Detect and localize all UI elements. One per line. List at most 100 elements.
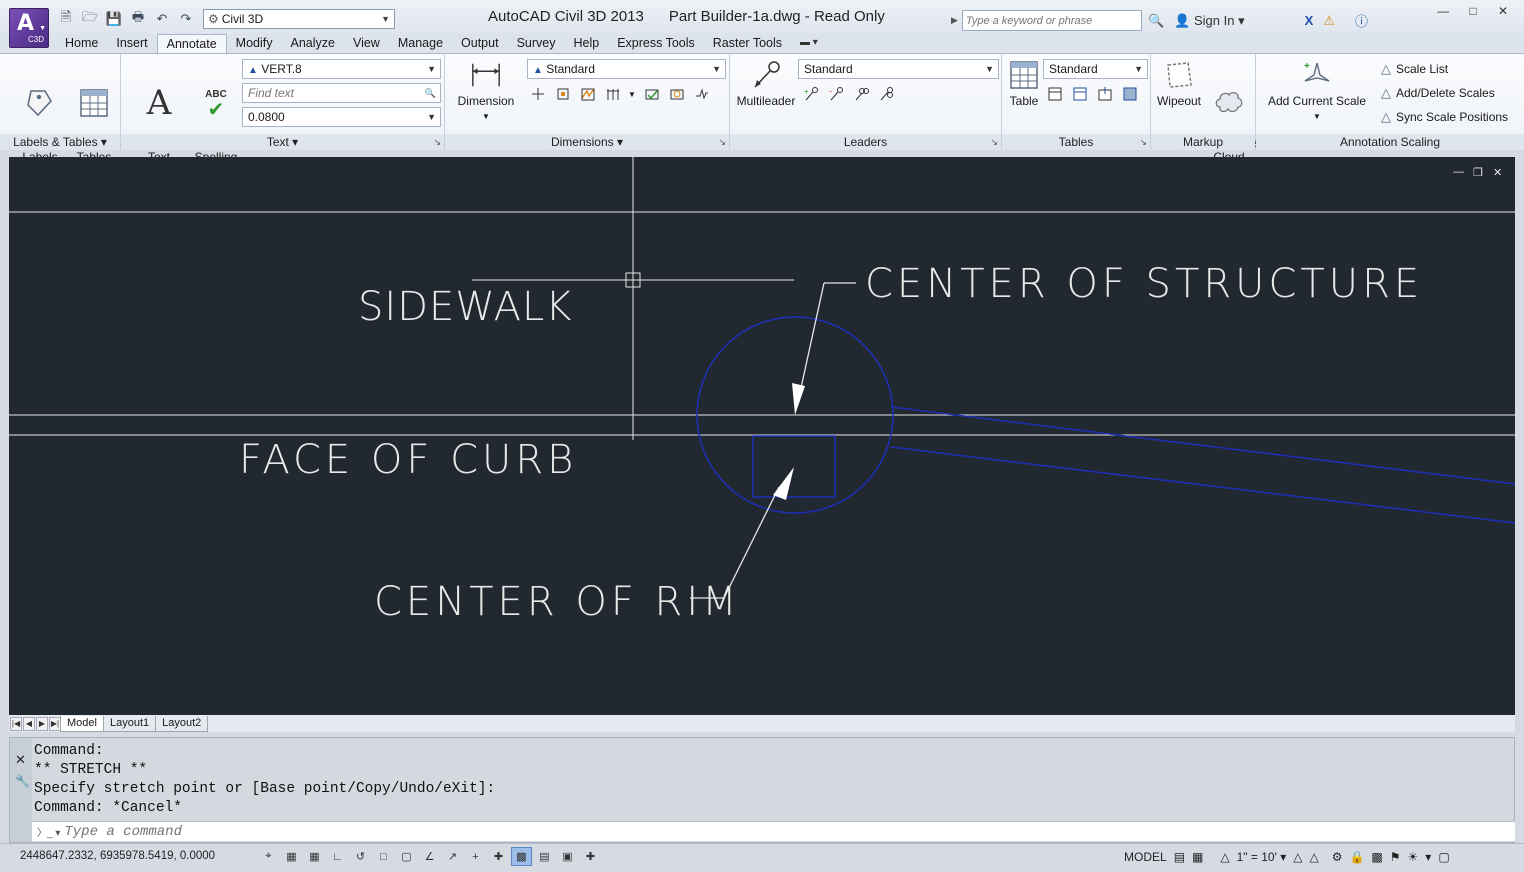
table-style-select[interactable]: Standard ▼ — [1043, 59, 1148, 79]
annotation-scale-icon[interactable]: △ — [1218, 847, 1231, 866]
link-data-icon[interactable] — [1069, 84, 1090, 104]
add-current-scale-button[interactable]: + Add Current Scale ▼ — [1266, 58, 1368, 124]
panel-title-annotation-scaling[interactable]: Annotation Scaling — [1256, 134, 1524, 150]
dynamic-ucs-icon[interactable]: ↗ — [442, 847, 463, 866]
save-icon[interactable]: 💾 — [103, 9, 125, 29]
structure-grate-rect[interactable] — [752, 435, 836, 498]
model-space-toggle[interactable]: MODEL — [1122, 847, 1169, 866]
dimension-style-select[interactable]: ▲ Standard ▼ — [527, 59, 726, 79]
wrench-icon[interactable]: 🔧 — [15, 774, 30, 788]
new-file-icon[interactable]: 🗎 — [55, 9, 77, 29]
tab-output[interactable]: Output — [452, 34, 508, 53]
account-icon[interactable]: ⚠ — [1323, 13, 1335, 29]
tab-modify[interactable]: Modify — [227, 34, 282, 53]
lineweight-icon[interactable]: ✚ — [488, 847, 509, 866]
dialog-launcher-icon[interactable]: ↘ — [718, 134, 726, 150]
panel-title-tables[interactable]: Tables ↘ — [1002, 134, 1150, 150]
ortho-mode-icon[interactable]: ∟ — [327, 847, 348, 866]
face-of-curb-label[interactable]: FACE OF CURB — [239, 437, 577, 483]
layout-tab-layout2[interactable]: Layout2 — [155, 715, 209, 732]
expand-search-icon[interactable]: ▶ — [951, 15, 958, 26]
tab-raster-tools[interactable]: Raster Tools — [704, 34, 791, 53]
pipe-bottom-line[interactable] — [890, 446, 1515, 524]
download-from-source-icon[interactable] — [1094, 84, 1115, 104]
workspace-switching-icon[interactable]: ⚙ — [1330, 847, 1345, 866]
tab-home[interactable]: Home — [56, 34, 107, 53]
quick-properties-icon[interactable]: ▤ — [534, 847, 555, 866]
workspace-select[interactable]: ⚙ Civil 3D ▼ — [203, 9, 395, 29]
maximize-icon[interactable]: □ — [1458, 2, 1488, 20]
dim-jog-icon[interactable] — [577, 84, 598, 104]
upload-to-source-icon[interactable] — [1119, 84, 1140, 104]
dimension-button[interactable]: Dimension ▼ — [455, 58, 517, 124]
close-icon[interactable]: ✕ — [1488, 2, 1518, 20]
dim-continue-icon[interactable] — [602, 84, 623, 104]
clean-screen-icon[interactable]: ▢ — [1436, 847, 1451, 866]
3d-object-snap-icon[interactable]: ▢ — [396, 847, 417, 866]
chevron-down-icon[interactable]: ▼ — [627, 84, 637, 104]
binoculars-icon[interactable]: 🔍 — [1148, 13, 1164, 29]
extract-data-icon[interactable] — [1044, 84, 1065, 104]
find-text-input[interactable]: Find text 🔍 — [242, 83, 441, 103]
add-delete-scales-button[interactable]: △ Add/Delete Scales — [1381, 85, 1495, 101]
help-icon[interactable]: ⓘ — [1355, 11, 1368, 30]
object-snap-tracking-icon[interactable]: ∠ — [419, 847, 440, 866]
dialog-launcher-icon[interactable]: ↘ — [990, 134, 998, 150]
panel-title-markup[interactable]: Markup — [1151, 134, 1255, 150]
panel-title-leaders[interactable]: Leaders ↘ — [730, 134, 1001, 150]
panel-title-dimensions[interactable]: Dimensions ▾ ↘ — [445, 134, 729, 150]
command-prompt-icon[interactable]: 〉_ ▾ — [37, 824, 60, 839]
tab-annotate[interactable]: Annotate — [156, 34, 227, 53]
tab-survey[interactable]: Survey — [508, 34, 565, 53]
find-replace-icon[interactable]: 🔍 — [425, 84, 436, 102]
snap-mode-icon[interactable]: ▦ — [281, 847, 302, 866]
add-leader-icon[interactable]: + — [800, 84, 821, 104]
center-of-rim-label[interactable]: CENTER OF RIM — [374, 579, 741, 625]
undo-icon[interactable]: ↶ — [151, 9, 173, 29]
sign-in-button[interactable]: 👤 Sign In ▾ — [1174, 13, 1244, 29]
multileader-button[interactable]: Multileader — [734, 58, 798, 108]
annotation-scale-value[interactable]: 1" = 10' ▾ — [1235, 847, 1289, 866]
layout-tab-layout1[interactable]: Layout1 — [102, 715, 157, 732]
drawing-viewport[interactable]: — ❐ ✕ SIDEWALK FACE OF CURB CENTER OF ST… — [9, 157, 1515, 715]
text-style-select[interactable]: ▲ VERT.8 ▼ — [242, 59, 441, 79]
dim-break-icon[interactable] — [527, 84, 548, 104]
dynamic-input-icon[interactable]: + — [465, 847, 486, 866]
polar-tracking-icon[interactable]: ↺ — [350, 847, 371, 866]
coordinates-display[interactable]: 2448647.2332, 6935978.5419, 0.0000 — [20, 850, 215, 862]
tab-analyze[interactable]: Analyze — [281, 34, 343, 53]
hardware-acceleration-icon[interactable]: ▩ — [1369, 847, 1384, 866]
tab-insert[interactable]: Insert — [107, 34, 156, 53]
minimize-icon[interactable]: — — [1428, 2, 1458, 20]
dim-jogged-linear-icon[interactable] — [691, 84, 712, 104]
text-height-select[interactable]: 0.0800 ▼ — [242, 107, 441, 127]
ribbon-minimize-icon[interactable]: ▬ ▾ — [791, 34, 827, 53]
auto-scale-icon[interactable]: △ — [1307, 847, 1320, 866]
transparency-icon[interactable]: ▩ — [511, 847, 532, 866]
close-icon[interactable]: ✕ — [15, 752, 26, 768]
dim-update-icon[interactable] — [666, 84, 687, 104]
exchange-icon[interactable]: X — [1305, 13, 1314, 28]
command-input[interactable] — [64, 823, 1465, 840]
sync-scale-positions-button[interactable]: △ Sync Scale Positions — [1381, 109, 1508, 125]
remove-leader-icon[interactable]: - — [825, 84, 846, 104]
annotation-visibility-icon[interactable]: △ — [1291, 847, 1304, 866]
grid-display-icon[interactable]: ▦ — [304, 847, 325, 866]
scale-list-button[interactable]: △ Scale List — [1381, 61, 1448, 77]
tab-help[interactable]: Help — [564, 34, 608, 53]
dim-inspect-icon[interactable] — [641, 84, 662, 104]
previous-layout-icon[interactable]: ◀ — [23, 716, 35, 731]
lightbulb-icon[interactable]: ☀ — [1406, 847, 1421, 866]
panel-title-text[interactable]: Text ▾ ↘ — [121, 134, 444, 150]
align-leaders-icon[interactable] — [850, 84, 871, 104]
application-menu-button[interactable]: A C3D ▼ — [9, 8, 49, 48]
status-menu-icon[interactable]: ▾ — [1423, 847, 1433, 866]
layout-tab-model[interactable]: Model — [60, 715, 104, 732]
wipeout-button[interactable]: Wipeout — [1155, 58, 1203, 108]
annotation-monitor-icon[interactable]: ✚ — [580, 847, 601, 866]
selection-cycling-icon[interactable]: ▣ — [557, 847, 578, 866]
collect-leaders-icon[interactable] — [875, 84, 896, 104]
tab-view[interactable]: View — [344, 34, 389, 53]
first-layout-icon[interactable]: |◀ — [10, 716, 22, 731]
lock-ui-icon[interactable]: 🔒 — [1347, 847, 1366, 866]
